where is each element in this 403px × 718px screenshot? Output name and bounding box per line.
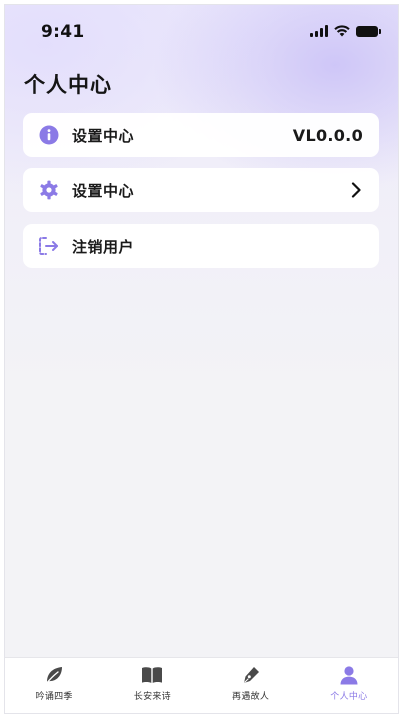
version-value: VL0.0.0 (292, 125, 363, 145)
logout-row[interactable]: 注销用户 (23, 224, 379, 268)
book-icon (141, 664, 163, 686)
logout-icon (38, 235, 60, 257)
pen-icon (240, 664, 262, 686)
phone-screen: 9:41 个人中心 设置中心 VL0.0.0 设置中心 注销用户 吟诵四季 长安… (4, 4, 399, 714)
status-icons (310, 25, 381, 37)
tab-label: 长安来诗 (133, 692, 171, 702)
bottom-tab-bar: 吟诵四季 长安来诗 再遇故人 个人中心 (5, 657, 398, 713)
page-title: 个人中心 (24, 73, 112, 97)
leaf-icon (43, 664, 65, 686)
status-bar: 9:41 (5, 5, 398, 59)
settings-row-label: 设置中心 (72, 181, 135, 200)
settings-row[interactable]: 设置中心 (23, 168, 379, 212)
logout-row-label: 注销用户 (72, 237, 135, 256)
info-icon (38, 124, 60, 146)
chevron-right-icon (349, 181, 363, 199)
version-row-label: 设置中心 (72, 126, 135, 145)
tab-old-friends[interactable]: 再遇故人 (202, 658, 300, 713)
tab-label: 再遇故人 (232, 692, 270, 702)
tab-profile[interactable]: 个人中心 (300, 658, 398, 713)
version-info-row[interactable]: 设置中心 VL0.0.0 (23, 113, 379, 157)
tab-seasons[interactable]: 吟诵四季 (5, 658, 103, 713)
tab-label: 个人中心 (330, 692, 368, 702)
user-icon (338, 664, 360, 686)
gear-icon (38, 179, 60, 201)
cellular-signal-icon (310, 25, 328, 37)
wifi-icon (334, 25, 350, 37)
status-time: 9:41 (41, 22, 85, 42)
battery-icon (356, 25, 381, 37)
tab-label: 吟诵四季 (35, 692, 73, 702)
tab-changan-poems[interactable]: 长安来诗 (103, 658, 201, 713)
